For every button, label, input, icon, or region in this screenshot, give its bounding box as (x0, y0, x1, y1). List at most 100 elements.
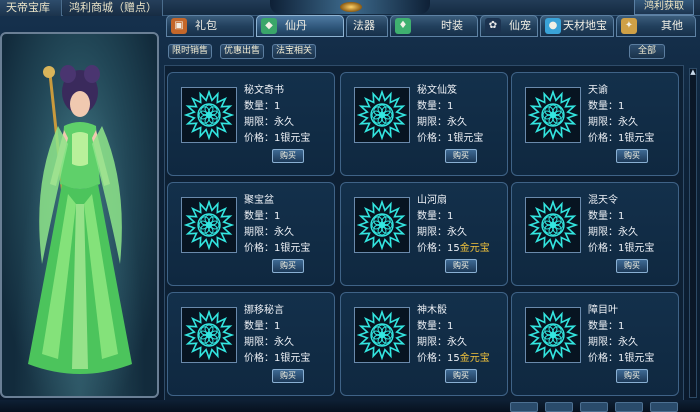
item-period: 期限：永久 (588, 225, 654, 241)
buy-button[interactable]: 购买 (616, 149, 648, 163)
rune-star-icon (184, 310, 234, 360)
item-period: 期限：永久 (244, 115, 310, 131)
misc-icon: ✦ (621, 18, 637, 34)
item-period: 期限：永久 (417, 115, 483, 131)
item-period: 期限：永久 (417, 335, 490, 351)
item-card: 秘文奇书 数量：1 期限：永久 价格：1银元宝 购买 (167, 72, 335, 176)
filter-limited-sale[interactable]: 限时销售 (168, 44, 213, 59)
buy-button[interactable]: 购买 (616, 259, 648, 273)
period-value: 永久 (447, 227, 467, 238)
item-thumbnail[interactable] (525, 307, 581, 363)
qty-value: 1 (274, 101, 281, 112)
price-unit: 银元宝 (280, 353, 311, 364)
item-period: 期限：永久 (244, 335, 310, 351)
period-value: 永久 (274, 227, 294, 238)
item-info: 聚宝盆 数量：1 期限：永久 价格：1银元宝 (244, 193, 310, 257)
tab-gift-pack-label: 礼包 (195, 19, 217, 32)
item-qty: 数量：1 (588, 99, 654, 115)
buy-button[interactable]: 购买 (272, 259, 304, 273)
item-price: 价格：1银元宝 (588, 131, 654, 147)
tab-elixir[interactable]: ◆ 仙丹 (256, 15, 344, 37)
item-thumbnail[interactable] (181, 307, 237, 363)
page-next-button[interactable] (545, 402, 573, 412)
item-thumbnail[interactable] (354, 197, 410, 253)
qty-label: 数量： (417, 211, 447, 222)
qty-value: 1 (447, 321, 454, 332)
scroll-up-arrow-icon[interactable]: ▲ (689, 68, 697, 76)
qty-value: 1 (618, 211, 625, 222)
rune-star-icon (528, 200, 578, 250)
item-price: 价格：1银元宝 (588, 241, 654, 257)
period-label: 期限： (588, 117, 618, 128)
price-unit: 金元宝 (459, 243, 490, 254)
item-thumbnail[interactable] (525, 87, 581, 143)
treasure-orb-icon: ● (545, 18, 561, 34)
tab-costume[interactable]: ♦ 时装 (390, 15, 478, 37)
item-info: 挪移秘言 数量：1 期限：永久 价格：1银元宝 (244, 303, 310, 367)
item-qty: 数量：1 (244, 99, 310, 115)
price-label: 价格： (588, 243, 618, 254)
hongli-obtain-button[interactable]: 鸿利获取 (634, 0, 694, 15)
item-qty: 数量：1 (244, 209, 310, 225)
buy-button[interactable]: 购买 (272, 369, 304, 383)
tab-magic-tool[interactable]: 法器 (346, 15, 388, 37)
price-label: 价格： (588, 353, 618, 364)
buy-button[interactable]: 购买 (616, 369, 648, 383)
buy-button[interactable]: 购买 (445, 149, 477, 163)
page-last-button[interactable] (615, 402, 643, 412)
item-qty: 数量：1 (417, 99, 483, 115)
filter-discount-sale[interactable]: 优惠出售 (220, 44, 265, 59)
costume-icon: ♦ (395, 18, 411, 34)
tab-pet[interactable]: ✿ 仙宠 (480, 15, 538, 37)
buy-button[interactable]: 购买 (445, 259, 477, 273)
item-qty: 数量：1 (417, 209, 490, 225)
item-name: 挪移秘言 (244, 305, 284, 316)
item-thumbnail[interactable] (354, 87, 410, 143)
item-period: 期限：永久 (588, 335, 654, 351)
item-card: 山河扇 数量：1 期限：永久 价格：15金元宝 购买 (340, 182, 508, 286)
price-unit: 银元宝 (624, 243, 655, 254)
item-scrollbar[interactable] (689, 68, 697, 398)
item-card: 聚宝盆 数量：1 期限：永久 价格：1银元宝 购买 (167, 182, 335, 286)
tab-magic-tool-label: 法器 (353, 19, 375, 32)
item-thumbnail[interactable] (181, 197, 237, 253)
filter-treasure-related[interactable]: 法宝相关 (272, 44, 317, 59)
qty-value: 1 (618, 321, 625, 332)
tab-treasure[interactable]: ● 天材地宝 (540, 15, 614, 37)
item-thumbnail[interactable] (525, 197, 581, 253)
period-value: 永久 (447, 337, 467, 348)
item-thumbnail[interactable] (181, 87, 237, 143)
item-card: 障目叶 数量：1 期限：永久 价格：1银元宝 购买 (511, 292, 679, 396)
item-period: 期限：永久 (417, 225, 490, 241)
item-name: 混天令 (588, 195, 618, 206)
qty-value: 1 (447, 211, 454, 222)
item-info: 混天令 数量：1 期限：永久 价格：1银元宝 (588, 193, 654, 257)
page-prev-button[interactable] (510, 402, 538, 412)
pill-bottle-icon: ◆ (261, 18, 277, 34)
item-thumbnail[interactable] (354, 307, 410, 363)
qty-value: 1 (618, 101, 625, 112)
character-preview-panel (0, 32, 159, 398)
tab-gift-pack[interactable]: ▣ 礼包 (166, 15, 254, 37)
buy-button[interactable]: 购买 (445, 369, 477, 383)
period-label: 期限： (417, 227, 447, 238)
tab-other[interactable]: ✦ 其他 (616, 15, 696, 37)
buy-button[interactable]: 购买 (272, 149, 304, 163)
tab-tiandi-treasury[interactable]: 天帝宝库 (0, 0, 62, 16)
price-label: 价格： (417, 133, 447, 144)
item-card: 天谕 数量：1 期限：永久 价格：1银元宝 购买 (511, 72, 679, 176)
price-value: 15 (447, 353, 460, 364)
item-name: 障目叶 (588, 305, 618, 316)
item-name: 秘文仙笈 (417, 85, 457, 96)
page-jump-button[interactable] (650, 402, 678, 412)
tab-costume-label: 时装 (441, 19, 463, 32)
qty-value: 1 (274, 211, 281, 222)
item-card: 神木骰 数量：1 期限：永久 价格：15金元宝 购买 (340, 292, 508, 396)
item-card: 混天令 数量：1 期限：永久 价格：1银元宝 购买 (511, 182, 679, 286)
item-qty: 数量：1 (588, 209, 654, 225)
filter-all-button[interactable]: 全部 (629, 44, 665, 59)
tab-hongli-mall[interactable]: 鸿利商城（赠点） (63, 0, 163, 16)
item-period: 期限：永久 (244, 225, 310, 241)
gift-bag-icon: ▣ (171, 18, 187, 34)
page-first-button[interactable] (580, 402, 608, 412)
